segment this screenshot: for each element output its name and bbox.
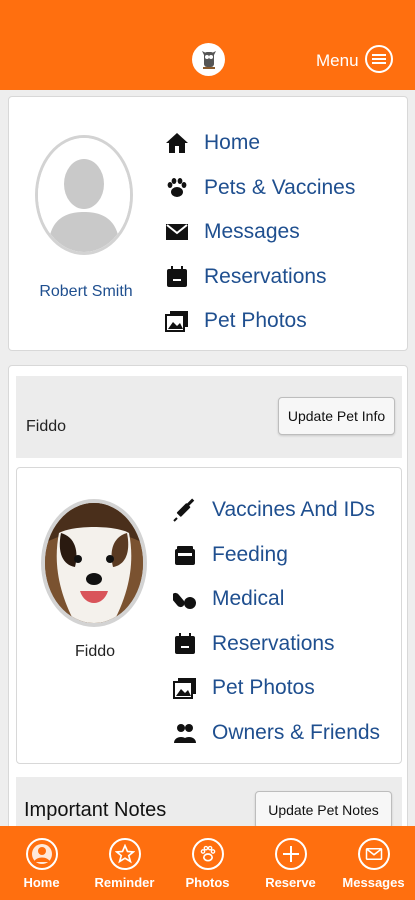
tab-messages[interactable]: Messages	[332, 826, 415, 900]
nav-label: Medical	[212, 587, 285, 611]
envelope-icon	[357, 838, 390, 870]
tab-home[interactable]: Home	[0, 826, 83, 900]
nav-label: Vaccines And IDs	[212, 498, 376, 522]
user-name[interactable]: Robert Smith	[27, 283, 145, 301]
tab-reserve[interactable]: Reserve	[249, 826, 332, 900]
nav-label: Pets & Vaccines	[204, 175, 356, 199]
nav-item-messages[interactable]: Messages	[163, 210, 355, 255]
person-icon	[25, 838, 58, 870]
update-pet-notes-button[interactable]: Update Pet Notes	[255, 791, 392, 829]
avatar	[35, 135, 133, 255]
paw-icon	[191, 838, 224, 870]
syringe-icon	[171, 496, 199, 524]
star-icon	[108, 838, 141, 870]
nav-label: Feeding	[212, 542, 288, 566]
tab-photos[interactable]: Photos	[166, 826, 249, 900]
pet-card: Fiddo Vaccines And IDs Feeding Medical R…	[16, 467, 402, 764]
pills-icon	[171, 585, 199, 613]
nav-item-feeding[interactable]: Feeding	[171, 533, 380, 578]
pet-header: Fiddo Update Pet Info	[16, 376, 402, 458]
nav-label: Owners & Friends	[212, 720, 381, 744]
tab-label: Reserve	[265, 875, 316, 890]
nav-item-pet-photos[interactable]: Pet Photos	[171, 666, 380, 711]
notes-title: Important Notes	[24, 799, 167, 821]
calendar-icon	[171, 630, 199, 658]
home-icon	[163, 129, 191, 157]
top-bar: Menu	[0, 0, 415, 90]
nav-label: Reservations	[204, 264, 327, 288]
tab-label: Home	[23, 875, 60, 890]
tab-label: Reminder	[94, 875, 155, 890]
menu-label[interactable]: Menu	[316, 51, 359, 71]
nav-label: Pet Photos	[204, 309, 307, 333]
nav-item-pets-vaccines[interactable]: Pets & Vaccines	[163, 166, 355, 211]
photos-icon	[171, 674, 199, 702]
users-icon	[171, 719, 199, 747]
calendar-icon	[163, 263, 191, 291]
pet-photo[interactable]	[41, 499, 147, 627]
owl-icon[interactable]	[192, 43, 225, 76]
nav-item-pet-photos[interactable]: Pet Photos	[163, 299, 355, 344]
tab-label: Messages	[342, 875, 405, 890]
nav-label: Reservations	[212, 631, 335, 655]
tab-label: Photos	[185, 875, 230, 890]
nav-item-medical[interactable]: Medical	[171, 577, 380, 622]
bottom-tab-bar: Home Reminder Photos Reserve Messages	[0, 826, 415, 900]
nav-item-owners-friends[interactable]: Owners & Friends	[171, 711, 380, 756]
update-pet-info-button[interactable]: Update Pet Info	[278, 397, 395, 435]
nav-item-home[interactable]: Home	[163, 121, 355, 166]
pet-name-header: Fiddo	[26, 418, 67, 435]
nav-label: Pet Photos	[212, 676, 315, 700]
nav-item-pet-reservations[interactable]: Reservations	[171, 622, 380, 667]
nav-item-vaccines-ids[interactable]: Vaccines And IDs	[171, 488, 380, 533]
pet-section: Fiddo Update Pet Info Fiddo Vaccines And…	[8, 365, 408, 839]
tab-reminder[interactable]: Reminder	[83, 826, 166, 900]
pet-name: Fiddo	[74, 643, 116, 660]
nav-item-reservations[interactable]: Reservations	[163, 255, 355, 300]
pet-nav: Vaccines And IDs Feeding Medical Reserva…	[171, 488, 380, 755]
food-bowl-icon	[171, 541, 199, 569]
nav-label: Home	[204, 131, 261, 155]
photos-icon	[163, 307, 191, 335]
profile-card: Robert Smith Home Pets & Vaccines Messag…	[8, 96, 408, 351]
nav-label: Messages	[204, 220, 300, 244]
paw-icon	[163, 174, 191, 202]
envelope-icon	[163, 218, 191, 246]
main-nav: Home Pets & Vaccines Messages Reservatio…	[163, 121, 355, 344]
plus-icon	[274, 838, 307, 870]
hamburger-menu-icon[interactable]	[365, 45, 393, 73]
